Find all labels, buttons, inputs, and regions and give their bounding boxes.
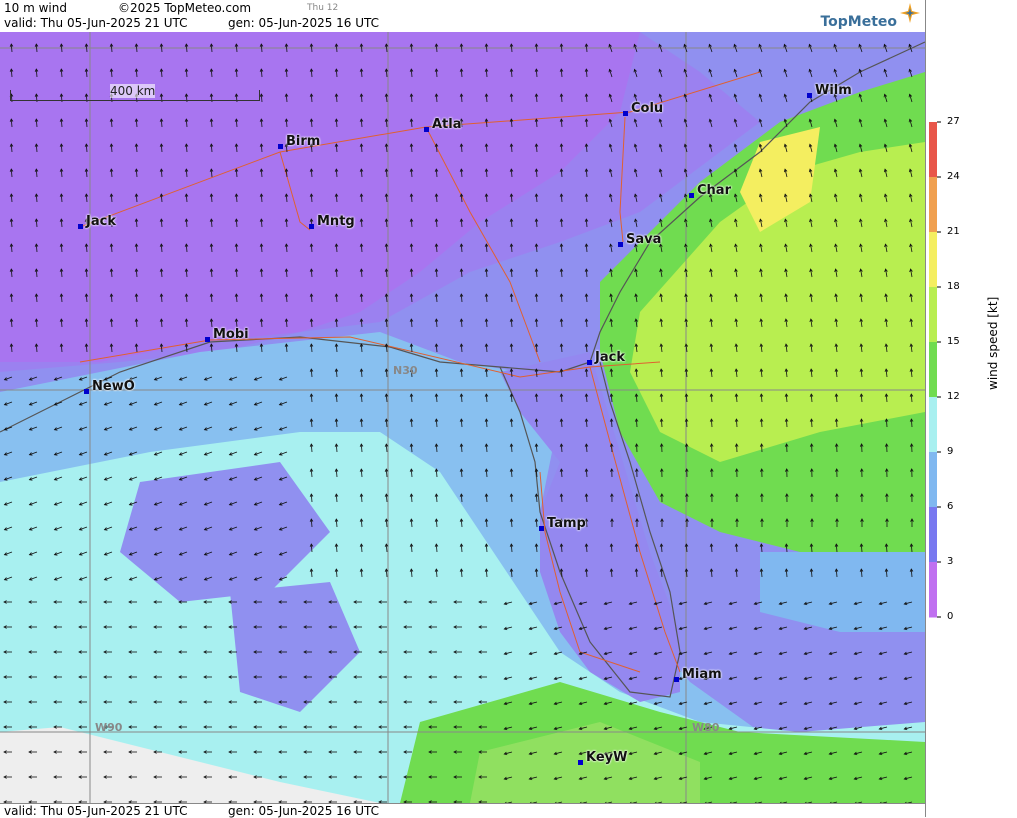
colorbar-segment <box>929 342 937 398</box>
footer-gen-time: gen: 05-Jun-2025 16 UTC <box>228 804 379 818</box>
city-marker-icon <box>78 224 83 229</box>
copyright-text: ©2025 TopMeteo.com <box>118 1 251 15</box>
compass-star-icon <box>899 2 921 24</box>
colorbar-segment <box>929 507 937 563</box>
latitude-label-n30: N30 <box>393 364 418 377</box>
city-label: Char <box>697 183 731 198</box>
city-marker-icon <box>539 526 544 531</box>
footer-valid-time: valid: Thu 05-Jun-2025 21 UTC <box>4 804 188 818</box>
legend-tick-label: 0 <box>947 611 953 622</box>
legend-tick-label: 24 <box>947 171 960 182</box>
city-atlanta[interactable]: Atla <box>424 117 462 132</box>
city-marker-icon <box>587 360 592 365</box>
legend-tick-label: 6 <box>947 501 953 512</box>
city-label: Mntg <box>317 214 355 229</box>
city-label: Wilm <box>815 83 852 98</box>
city-marker-icon <box>689 193 694 198</box>
city-marker-icon <box>674 677 679 682</box>
scale-label: 400 km <box>110 84 155 98</box>
city-keywest[interactable]: KeyW <box>578 750 627 765</box>
city-charleston[interactable]: Char <box>689 183 731 198</box>
legend-colorbar <box>926 0 1017 817</box>
city-marker-icon <box>623 111 628 116</box>
city-marker-icon <box>807 93 812 98</box>
city-miami[interactable]: Miam <box>674 667 722 682</box>
city-mobile[interactable]: Mobi <box>205 327 249 342</box>
city-label: Jack <box>595 350 625 365</box>
city-label: Birm <box>286 134 320 149</box>
city-jacksonville[interactable]: Jack <box>587 350 625 365</box>
city-columbia[interactable]: Colu <box>623 101 663 116</box>
legend-title: wind speed [kt] <box>986 297 1000 390</box>
city-marker-icon <box>278 144 283 149</box>
city-marker-icon <box>424 127 429 132</box>
city-label: Colu <box>631 101 663 116</box>
city-wilmington[interactable]: Wilm <box>807 83 852 98</box>
city-marker-icon <box>205 337 210 342</box>
legend-tick-label: 9 <box>947 446 953 457</box>
city-montgomery[interactable]: Mntg <box>309 214 355 229</box>
city-label: Sava <box>626 232 661 247</box>
city-marker-icon <box>84 389 89 394</box>
city-label: Miam <box>682 667 722 682</box>
wind-speed-legend: 27 24 21 18 15 12 9 6 3 0 wind speed [kt] <box>925 0 1017 817</box>
city-label: Jack <box>86 214 116 229</box>
city-marker-icon <box>578 760 583 765</box>
wind-field-svg <box>0 32 925 803</box>
city-tampa[interactable]: Tamp <box>539 516 586 531</box>
colorbar-segment <box>929 287 937 343</box>
city-label: Tamp <box>547 516 586 531</box>
map-header: 10 m wind ©2025 TopMeteo.com Thu 12 vali… <box>0 0 925 33</box>
legend-tick-label: 27 <box>947 116 960 127</box>
product-title: 10 m wind <box>4 1 67 15</box>
city-label: Atla <box>432 117 462 132</box>
colorbar-segment <box>929 452 937 508</box>
wind-map[interactable]: 400 km N30 W90 W80 Jack Birm Atla Colu W… <box>0 32 925 803</box>
city-neworleans[interactable]: NewO <box>84 379 135 394</box>
colorbar-segment <box>929 562 937 618</box>
city-jackson[interactable]: Jack <box>78 214 116 229</box>
legend-tick-label: 18 <box>947 281 960 292</box>
legend-tick-label: 3 <box>947 556 953 567</box>
city-label: Mobi <box>213 327 249 342</box>
city-label: NewO <box>92 379 135 394</box>
legend-tick-label: 15 <box>947 336 960 347</box>
longitude-label-w90: W90 <box>95 721 122 734</box>
colorbar-segment <box>929 397 937 453</box>
gen-time: gen: 05-Jun-2025 16 UTC <box>228 16 379 30</box>
legend-tick-label: 21 <box>947 226 960 237</box>
longitude-label-w80: W80 <box>692 721 719 734</box>
colorbar-segment <box>929 122 937 178</box>
map-footer: valid: Thu 05-Jun-2025 21 UTC gen: 05-Ju… <box>0 803 925 818</box>
city-savannah[interactable]: Sava <box>618 232 661 247</box>
colorbar-segment <box>929 177 937 233</box>
valid-time: valid: Thu 05-Jun-2025 21 UTC <box>4 16 188 30</box>
city-birmingham[interactable]: Birm <box>278 134 320 149</box>
topmeteo-logo: TopMeteo <box>820 14 897 30</box>
city-marker-icon <box>309 224 314 229</box>
legend-tick-label: 12 <box>947 391 960 402</box>
city-label: KeyW <box>586 750 627 765</box>
day-label: Thu 12 <box>307 3 338 13</box>
colorbar-segment <box>929 232 937 288</box>
city-marker-icon <box>618 242 623 247</box>
